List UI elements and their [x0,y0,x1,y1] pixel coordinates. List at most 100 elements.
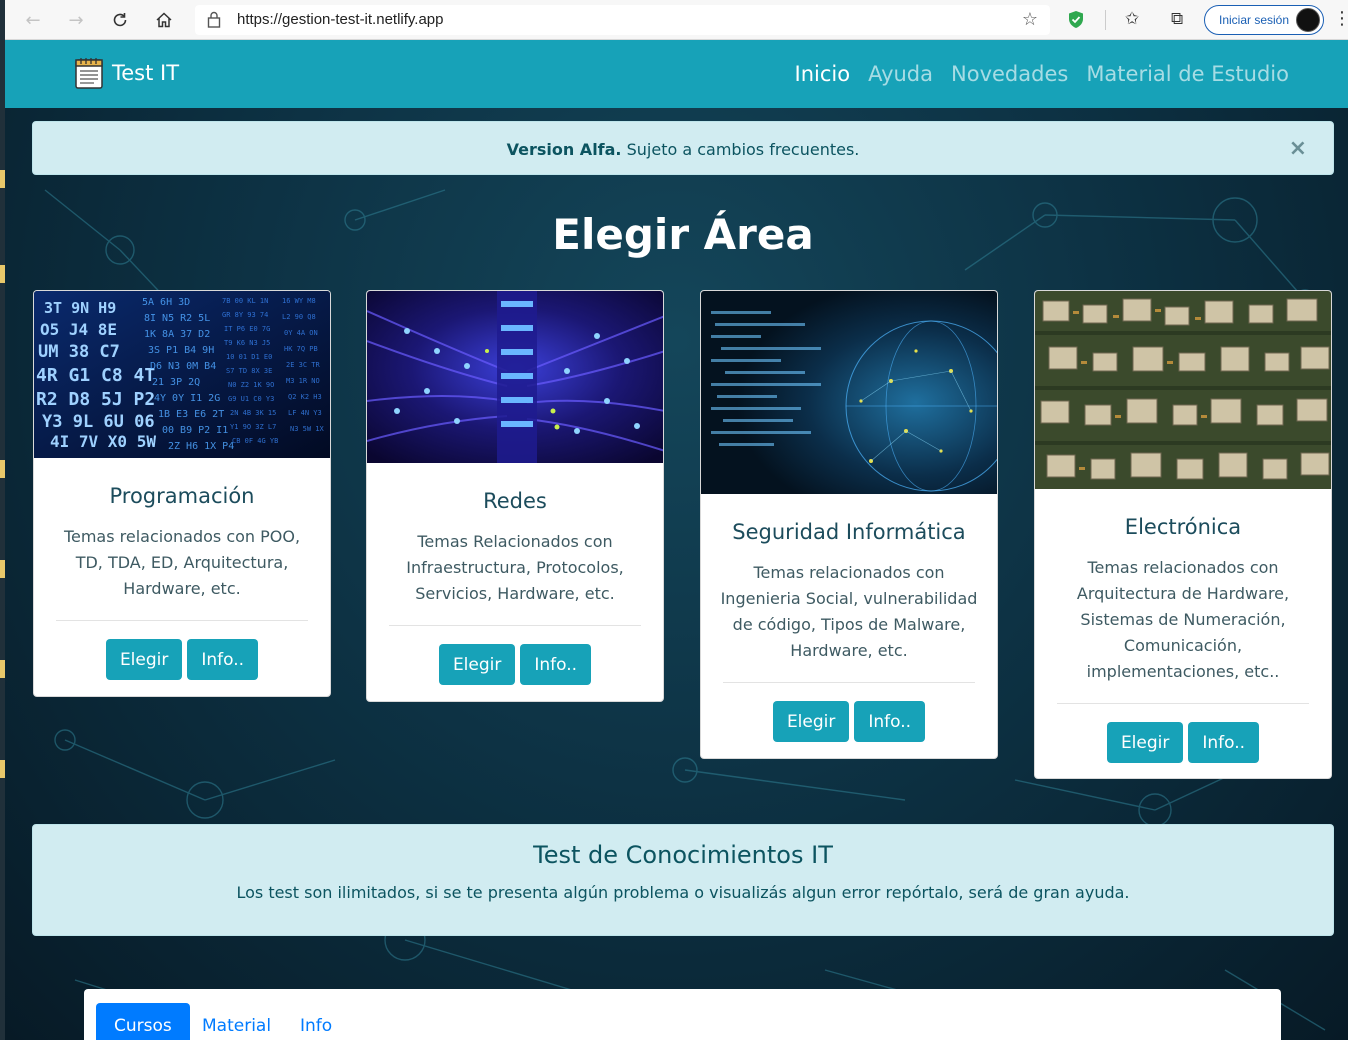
svg-text:L2 90 Q8: L2 90 Q8 [282,313,316,321]
svg-text:HK 7Q PB: HK 7Q PB [284,345,318,353]
nav-link-inicio[interactable]: Inicio [795,62,851,86]
circuit-board-image [1035,291,1331,489]
svg-text:M3 1R NO: M3 1R NO [286,377,320,385]
tab-material[interactable]: Material [184,1003,289,1040]
info-button[interactable]: Info.. [1188,722,1260,763]
toolbar-separator [1105,10,1106,30]
area-card-seguridad: Seguridad Informática Temas relacionados… [700,290,998,759]
svg-text:4R G1 C8 4T: 4R G1 C8 4T [36,365,155,386]
browser-toolbar: ← → https://gestion-test-it.netlify.app … [5,0,1348,40]
svg-text:1K 8A 37 D2: 1K 8A 37 D2 [144,329,210,340]
svg-text:O5 J4 8E: O5 J4 8E [40,320,117,339]
page-title: Elegir Área [552,210,814,259]
favorite-star-icon[interactable]: ☆ [1022,9,1038,30]
version-alert: Version Alfa. Sujeto a cambios frecuente… [32,121,1334,175]
elegir-button[interactable]: Elegir [1106,722,1184,763]
svg-text:8I N5 R2 5L: 8I N5 R2 5L [144,313,210,324]
svg-text:2N 4B 3K 15: 2N 4B 3K 15 [230,409,276,417]
card-divider [56,620,308,621]
jumbotron-text: Los test son ilimitados, si se te presen… [236,883,1130,902]
reload-icon[interactable] [107,7,133,33]
svg-text:3T 9N H9: 3T 9N H9 [44,299,116,317]
alert-bold: Version Alfa. [506,140,622,159]
svg-text:R2 D8 5J P2: R2 D8 5J P2 [36,389,155,410]
signin-button[interactable]: Iniciar sesión [1204,5,1324,35]
network-rack-image [367,291,663,463]
jumbotron-title: Test de Conocimientos IT [533,841,833,869]
svg-text:3S P1 B4 9H: 3S P1 B4 9H [148,345,214,356]
svg-text:CB 0F 4G YB: CB 0F 4G YB [232,437,278,445]
top-navbar: Test IT Inicio Ayuda Novedades Material … [5,40,1348,108]
tab-info[interactable]: Info [282,1003,350,1040]
security-globe-image [701,291,997,494]
brand-name: Test IT [112,61,180,85]
card-actions: Elegir Info.. [701,701,997,742]
nav-link-ayuda[interactable]: Ayuda [868,62,933,86]
elegir-button[interactable]: Elegir [105,639,183,680]
url-text: https://gestion-test-it.netlify.app [237,11,444,28]
more-menu-icon[interactable]: ⋮ [1333,8,1348,29]
svg-text:7B 00 KL 1N: 7B 00 KL 1N [222,297,268,305]
notepad-icon [75,58,103,89]
nav-links: Inicio Ayuda Novedades Material de Estud… [777,62,1289,86]
info-button[interactable]: Info.. [187,639,259,680]
tab-cursos[interactable]: Cursos [96,1003,190,1040]
svg-text:N3 5W 1X: N3 5W 1X [290,425,325,433]
svg-text:N0 Z2 1K 9O: N0 Z2 1K 9O [228,381,274,389]
svg-text:IT P6 E0 7G: IT P6 E0 7G [224,325,270,333]
svg-text:G9 U1 C0 Y3: G9 U1 C0 Y3 [228,395,274,403]
card-title: Programación [109,484,255,508]
area-card-programacion: 3T 9N H9 O5 J4 8E UM 38 C7 4R G1 C8 4T R… [33,290,331,697]
card-text: Temas relacionados con Ingenieria Social… [720,563,978,660]
lock-icon [207,11,221,32]
card-text: Temas Relacionados con Infraestructura, … [406,532,624,603]
card-actions: Elegir Info.. [367,644,663,685]
elegir-button[interactable]: Elegir [772,701,850,742]
svg-text:10 01 D1 E0: 10 01 D1 E0 [226,353,272,361]
svg-text:GR 8Y 93 74: GR 8Y 93 74 [222,311,268,319]
svg-text:4I 7V X0 5W: 4I 7V X0 5W [50,432,156,451]
close-icon[interactable]: × [1289,136,1307,161]
svg-text:4Y 0Y I1 2G: 4Y 0Y I1 2G [154,393,220,404]
back-icon[interactable]: ← [20,7,46,33]
collections-icon[interactable]: ⧉ [1171,9,1183,29]
info-jumbotron: Test de Conocimientos IT Los test son il… [32,824,1334,936]
home-icon[interactable] [151,7,177,33]
svg-text:2E 3C TR: 2E 3C TR [286,361,321,369]
svg-text:T9 K6 N3 J5: T9 K6 N3 J5 [224,339,270,347]
card-actions: Elegir Info.. [34,639,330,680]
info-button[interactable]: Info.. [854,701,926,742]
elegir-button[interactable]: Elegir [438,644,516,685]
svg-text:16 WY M8: 16 WY M8 [282,297,316,305]
favorites-icon[interactable]: ✩ [1125,9,1139,29]
card-divider [723,682,975,683]
svg-text:Y3 9L 6U 06: Y3 9L 6U 06 [42,412,155,432]
card-title: Seguridad Informática [732,520,966,544]
svg-text:Q2 K2 H3: Q2 K2 H3 [288,393,322,401]
address-bar[interactable]: https://gestion-test-it.netlify.app ☆ [195,5,1050,35]
svg-text:0Y 4A ON: 0Y 4A ON [284,329,318,337]
nav-link-novedades[interactable]: Novedades [951,62,1068,86]
card-title: Electrónica [1124,515,1242,539]
page-content: Test IT Inicio Ayuda Novedades Material … [5,40,1348,1040]
forward-icon[interactable]: → [63,7,89,33]
alert-message: Version Alfa. Sujeto a cambios frecuente… [33,140,1333,159]
area-card-electronica: Electrónica Temas relacionados con Arqui… [1034,290,1332,779]
avatar [1296,8,1320,32]
programming-image: 3T 9N H9 O5 J4 8E UM 38 C7 4R G1 C8 4T R… [34,291,330,458]
tabs-panel: Cursos Material Info [84,989,1281,1040]
card-actions: Elegir Info.. [1035,722,1331,763]
brand[interactable]: Test IT [74,56,179,90]
svg-text:LF 4N Y3: LF 4N Y3 [288,409,322,417]
svg-text:S7 TD 8X 3E: S7 TD 8X 3E [226,367,272,375]
svg-text:5A 6H 3D: 5A 6H 3D [142,297,190,308]
svg-text:00 B9 P2 I1: 00 B9 P2 I1 [162,425,228,436]
shield-extension-icon[interactable] [1068,10,1084,33]
card-divider [1057,703,1309,704]
card-text: Temas relacionados con Arquitectura de H… [1076,558,1290,681]
nav-link-material-estudio[interactable]: Material de Estudio [1086,62,1289,86]
svg-text:2Z H6 1X P4: 2Z H6 1X P4 [168,441,234,452]
svg-text:UM 38 C7: UM 38 C7 [38,342,120,362]
svg-text:1B E3 E6 2T: 1B E3 E6 2T [158,409,224,420]
info-button[interactable]: Info.. [520,644,592,685]
